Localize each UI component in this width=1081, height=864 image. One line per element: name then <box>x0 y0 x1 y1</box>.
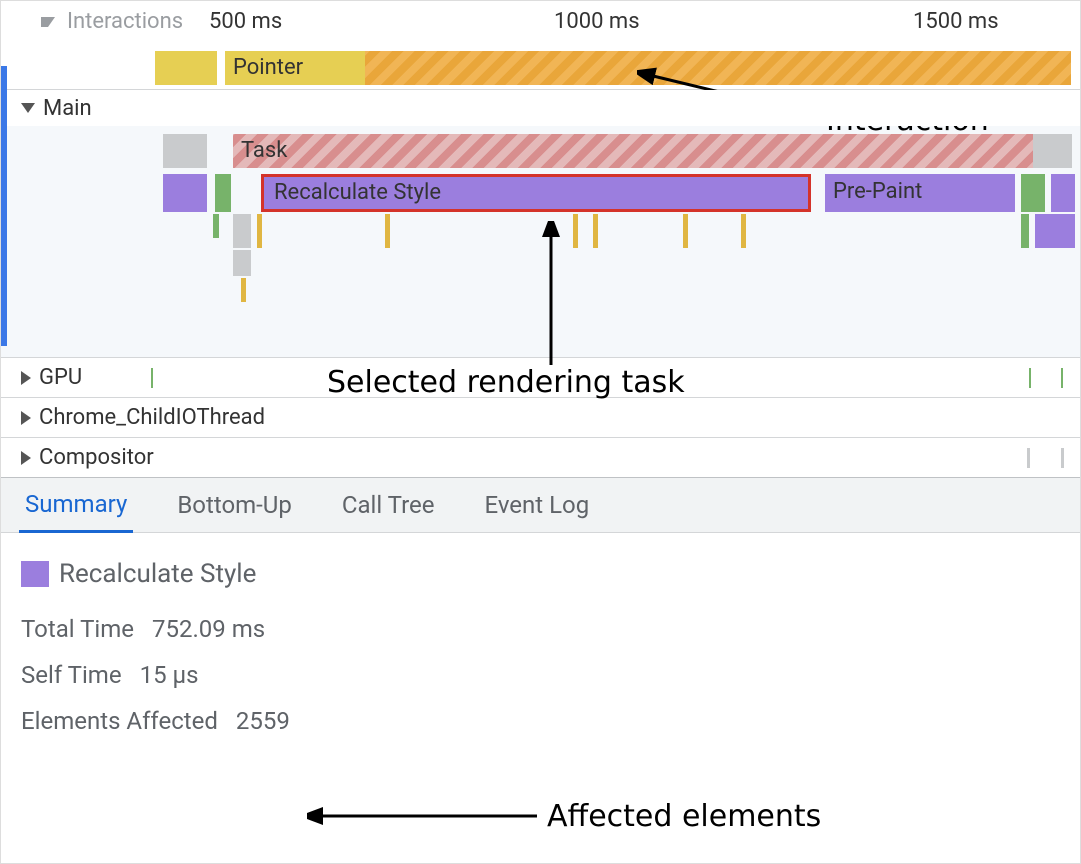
pre-paint-label: Pre-Paint <box>833 179 922 204</box>
compositor-mark <box>1027 448 1030 468</box>
yellow-tick[interactable] <box>241 278 246 302</box>
purple-tail-block[interactable] <box>1051 174 1075 212</box>
tab-event-log[interactable]: Event Log <box>478 479 595 531</box>
yellow-tick[interactable] <box>593 214 598 248</box>
elements-affected-row: Elements Affected 2559 <box>21 707 1060 735</box>
main-thread-label: Main <box>43 96 92 121</box>
task-label: Task <box>241 138 287 163</box>
elements-affected-label: Elements Affected <box>21 707 218 735</box>
pointer-striped-region <box>365 51 1071 85</box>
green-block-a[interactable] <box>215 174 231 212</box>
compositor-label: Compositor <box>39 445 154 470</box>
yellow-tick[interactable] <box>257 214 262 248</box>
green-mark[interactable] <box>1021 214 1029 248</box>
recalculate-style-block[interactable]: Recalculate Style <box>261 174 811 212</box>
details-panel: Recalculate Style Total Time 752.09 ms S… <box>1 533 1080 779</box>
chevron-down-icon <box>21 103 35 113</box>
elements-affected-value: 2559 <box>236 707 290 735</box>
summary-title: Recalculate Style <box>59 559 256 589</box>
tab-bottom-up[interactable]: Bottom-Up <box>171 479 298 531</box>
recalc-style-label: Recalculate Style <box>274 180 441 205</box>
chevron-right-icon <box>21 371 31 385</box>
chevron-right-icon <box>21 451 31 465</box>
pointer-pre-block[interactable] <box>155 51 217 85</box>
purple-sub-block[interactable] <box>1035 214 1075 248</box>
time-tick-1500: 1500 ms <box>913 9 999 34</box>
time-tick-1000: 1000 ms <box>554 9 640 34</box>
tab-call-tree[interactable]: Call Tree <box>336 479 441 531</box>
pointer-label: Pointer <box>233 55 303 80</box>
gpu-mark <box>151 368 153 388</box>
pre-paint-block[interactable]: Pre-Paint <box>825 174 1015 212</box>
flame-chart-area[interactable]: Task Recalculate Style Pre-Paint <box>1 126 1080 356</box>
chevron-down-icon <box>41 17 55 27</box>
green-block-b[interactable] <box>1021 174 1045 212</box>
task-row: Task <box>1 134 1080 168</box>
summary-heading: Recalculate Style <box>21 559 1060 589</box>
long-task-block[interactable]: Task <box>233 134 1072 168</box>
time-tick-500: 500 ms <box>209 9 282 34</box>
green-mark[interactable] <box>213 214 219 238</box>
selection-range-indicator <box>1 66 7 346</box>
chevron-right-icon <box>21 411 31 425</box>
interactions-label-text: Interactions <box>67 9 183 34</box>
gpu-mark <box>1061 368 1063 388</box>
self-time-value: 15 µs <box>140 661 199 689</box>
childio-label: Chrome_ChildIOThread <box>39 405 265 430</box>
total-time-label: Total Time <box>21 615 134 643</box>
annotation-selected-task: Selected rendering task <box>327 365 685 400</box>
gpu-mark <box>1029 368 1031 388</box>
compositor-track-row[interactable]: Compositor <box>1 438 1080 478</box>
subtask-row-5 <box>1 278 1080 302</box>
details-tab-bar: Summary Bottom-Up Call Tree Event Log <box>1 478 1080 533</box>
main-thread-header[interactable]: Main <box>1 90 1080 126</box>
timeline-header: Interactions 500 ms 1000 ms 1500 ms <box>1 1 1080 44</box>
self-time-row: Self Time 15 µs <box>21 661 1060 689</box>
purple-block-pre[interactable] <box>163 174 207 212</box>
event-color-swatch <box>21 561 49 587</box>
gpu-label: GPU <box>39 365 82 390</box>
self-time-label: Self Time <box>21 661 122 689</box>
yellow-tick[interactable] <box>385 214 390 248</box>
task-tail-gray[interactable] <box>1033 134 1072 168</box>
interactions-track-label[interactable]: Interactions <box>41 9 183 34</box>
gray-subblock[interactable] <box>233 250 251 276</box>
interactions-row: Pointer <box>1 44 1080 89</box>
total-time-value: 752.09 ms <box>152 615 265 643</box>
tab-summary[interactable]: Summary <box>19 478 133 533</box>
yellow-tick[interactable] <box>741 214 746 248</box>
task-block-gray[interactable] <box>163 134 207 168</box>
yellow-tick[interactable] <box>573 214 578 248</box>
compositor-mark <box>1061 448 1064 468</box>
total-time-row: Total Time 752.09 ms <box>21 615 1060 643</box>
pointer-interaction-block[interactable]: Pointer <box>225 51 1071 85</box>
childio-track-row[interactable]: Chrome_ChildIOThread <box>1 398 1080 438</box>
subtask-row: Recalculate Style Pre-Paint <box>1 174 1080 212</box>
subtask-row-3 <box>1 214 1080 248</box>
annotation-affected-elements: Affected elements <box>547 799 821 834</box>
yellow-tick[interactable] <box>683 214 688 248</box>
annotation-arrow-affected-elements <box>307 801 547 831</box>
gray-subblock[interactable] <box>233 214 251 248</box>
